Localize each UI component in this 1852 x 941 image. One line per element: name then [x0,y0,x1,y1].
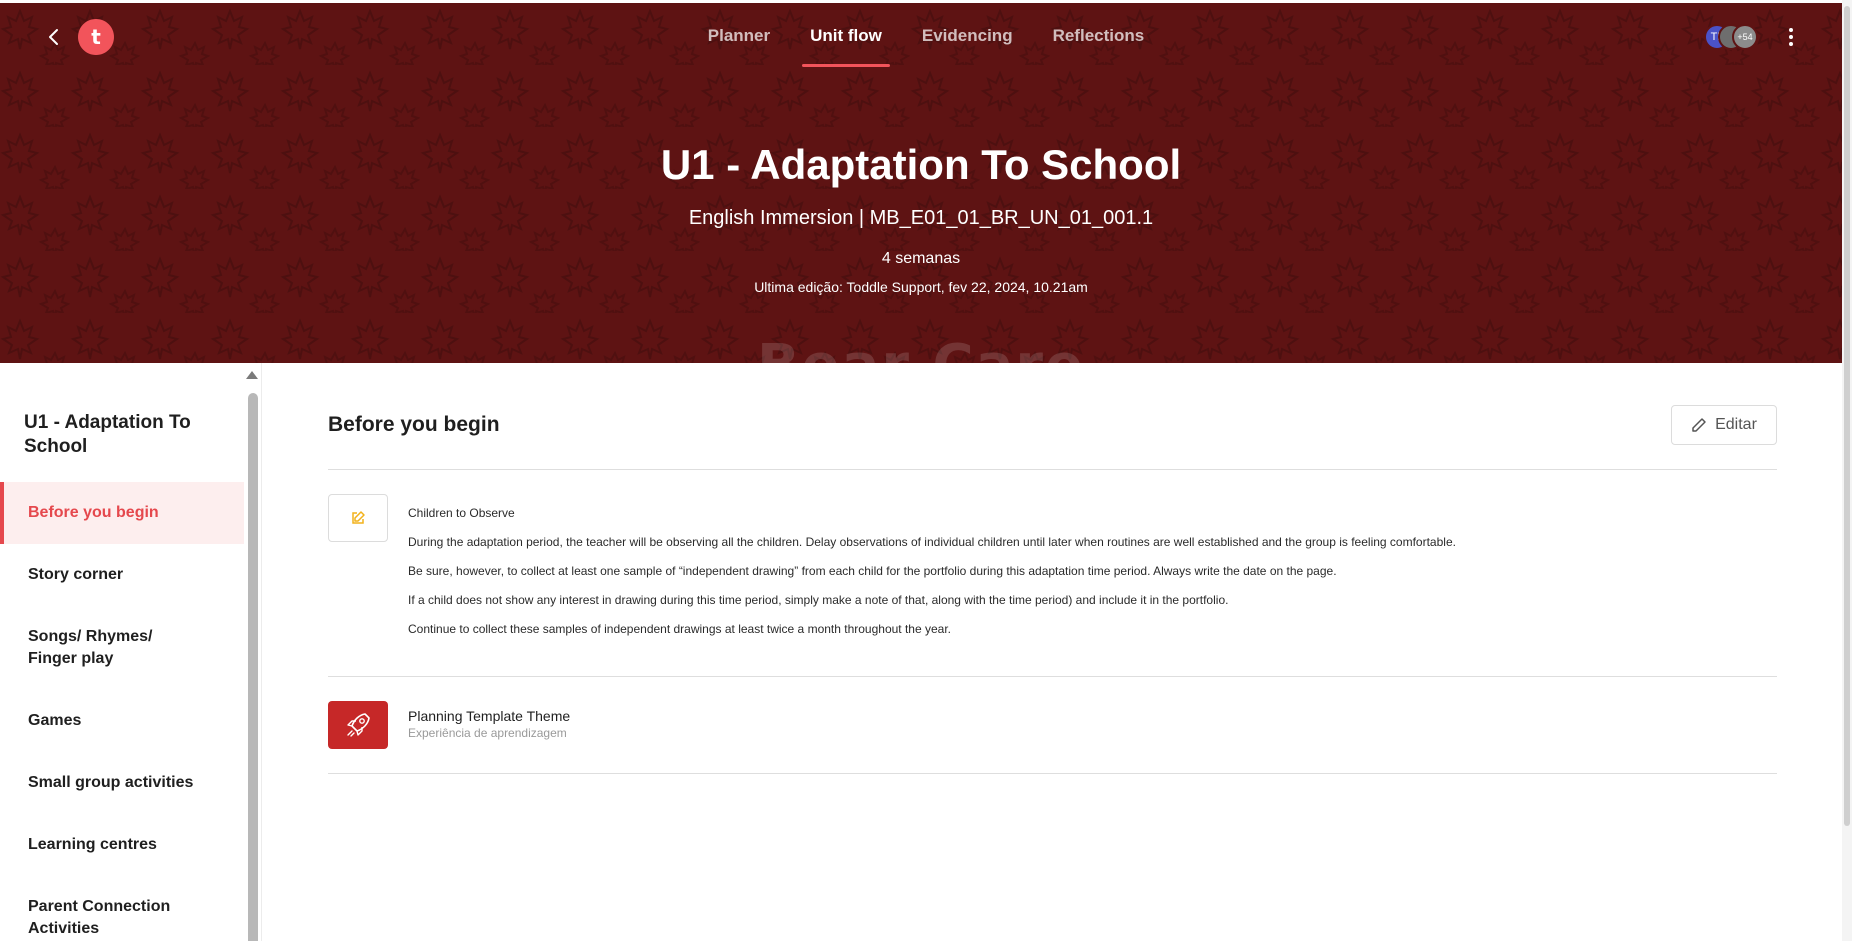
unit-tabs: Planner Unit flow Evidencing Reflections [0,3,1842,69]
sidebar-list: Before you begin Story corner Songs/ Rhy… [0,482,244,941]
note-paragraph: Continue to collect these samples of ind… [408,622,951,636]
note-paragraph: If a child does not show any interest in… [408,593,1229,607]
unit-subtitle: English Immersion | MB_E01_01_BR_UN_01_0… [688,207,1154,229]
sidebar-item-story-corner[interactable]: Story corner [0,544,244,606]
tab-unit-flow[interactable]: Unit flow [790,3,902,69]
scroll-up-arrow-icon[interactable] [246,371,258,379]
planning-template-title[interactable]: Planning Template Theme [408,708,570,724]
kebab-dot [1789,42,1793,46]
divider [328,469,1777,470]
unit-flow-sidebar: U1 - Adaptation To School Before you beg… [0,363,262,941]
kebab-dot [1789,28,1793,32]
avatar-overflow-count: +54 [1732,24,1758,50]
sidebar-item-before-you-begin[interactable]: Before you begin [0,482,244,544]
sidebar-item-songs-rhymes[interactable]: Songs/ Rhymes/ Finger play [0,606,200,690]
note-paragraph: During the adaptation period, the teache… [408,535,1456,549]
last-edit-info: Ultima edição: Toddle Support, fev 22, 2… [754,279,1088,295]
page-scrollbar[interactable] [1844,6,1850,826]
tab-evidencing[interactable]: Evidencing [902,3,1033,69]
unit-duration: 4 semanas [881,250,961,267]
sidebar-item-parent-connection[interactable]: Parent Connection Activities [0,876,200,941]
more-options-button[interactable] [1780,23,1802,51]
edit-button[interactable]: Editar [1671,405,1777,445]
note-block-icon [328,494,388,542]
sidebar-scrollbar[interactable] [248,393,258,941]
sidebar-item-games[interactable]: Games [0,690,244,752]
unit-header-banner: Bear Care t Planner Unit flow Evidencing… [0,3,1842,363]
kebab-dot [1789,35,1793,39]
tab-reflections[interactable]: Reflections [1033,3,1165,69]
collaborators-avatars[interactable]: TL +54 [1704,24,1760,52]
planning-template-type: Experiência de aprendizagem [408,726,567,740]
banner-decoration: Bear Care [0,333,1842,363]
unit-title: U1 - Adaptation To School [660,141,1182,188]
divider [328,773,1777,774]
planning-template-tile[interactable] [328,701,388,749]
note-block-text: Children to Observe During the adaptatio… [408,506,1608,651]
sidebar-title: U1 - Adaptation To School [24,412,191,457]
edit-button-label: Editar [1715,416,1757,433]
edit-note-icon [352,511,365,524]
tab-planner[interactable]: Planner [688,3,790,69]
note-paragraph: Be sure, however, to collect at least on… [408,564,1337,578]
pencil-icon [1692,418,1706,432]
section-title: Before you begin [328,413,500,436]
rocket-icon [347,713,370,737]
sidebar-item-learning-centres[interactable]: Learning centres [0,814,244,876]
divider [328,676,1777,677]
sidebar-item-small-group-activities[interactable]: Small group activities [0,752,244,814]
note-heading: Children to Observe [408,506,515,520]
